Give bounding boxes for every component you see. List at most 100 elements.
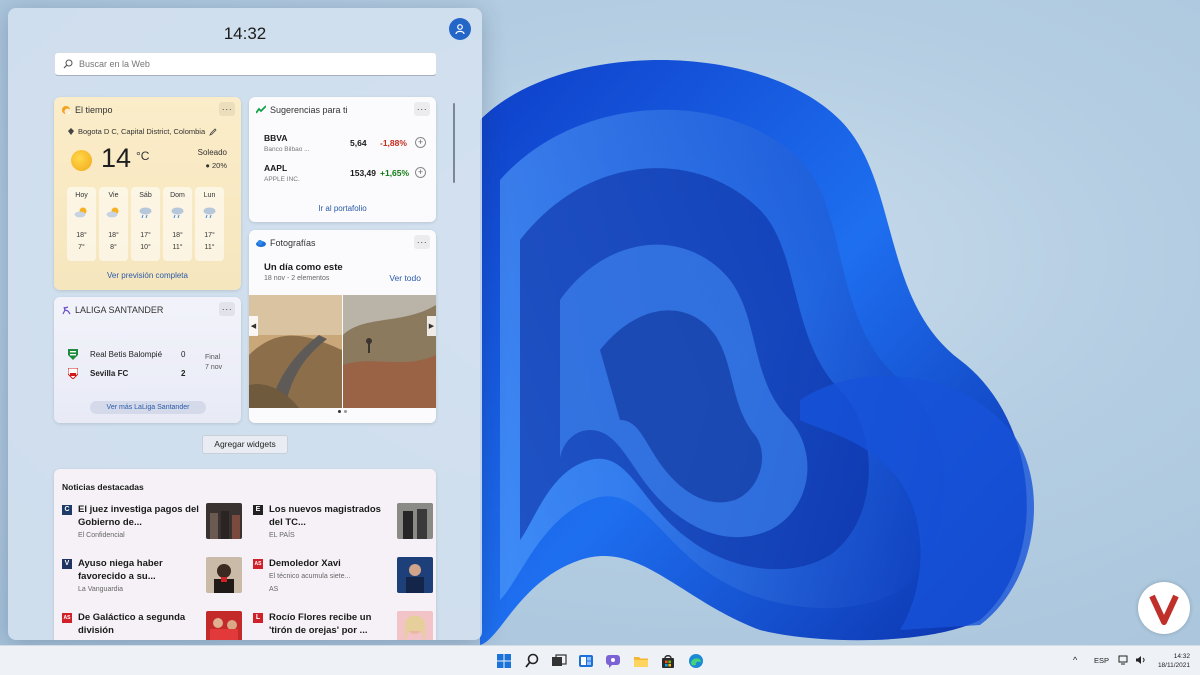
panel-scrollbar[interactable]	[453, 103, 455, 183]
news-thumbnail	[206, 611, 242, 640]
chevron-left-icon: ◀	[250, 323, 257, 330]
add-stock-icon[interactable]: +	[415, 167, 426, 178]
add-widgets-button[interactable]: Agregar widgets	[202, 435, 288, 454]
stock-row[interactable]: BBVA Banco Bilbao ... 5,64 -1,88% +	[264, 133, 429, 159]
search-placeholder: Buscar en la Web	[79, 59, 150, 69]
web-search-box[interactable]: Buscar en la Web	[54, 52, 437, 76]
weather-location[interactable]: Bogota D C, Capital District, Colombia	[68, 127, 217, 136]
widgets-icon[interactable]	[578, 653, 594, 669]
language-indicator[interactable]: ESP	[1094, 656, 1109, 665]
network-icon[interactable]	[1118, 655, 1130, 665]
pager-dot[interactable]	[338, 410, 341, 413]
stocks-widget[interactable]: Sugerencias para ti ··· BBVA Banco Bilba…	[249, 97, 436, 222]
news-thumbnail	[397, 503, 433, 539]
forecast-day[interactable]: Hoy 18° 7°	[67, 187, 96, 261]
forecast-low: 7°	[78, 244, 85, 251]
tray-clock[interactable]: 14:32 18/11/2021	[1150, 652, 1190, 670]
next-photo-button[interactable]: ▶	[427, 316, 436, 336]
team-row[interactable]: Sevilla FC 2	[68, 366, 198, 380]
news-snippet: El técnico acumula siete...	[269, 573, 351, 580]
news-item[interactable]: E Los nuevos magistrados del TC... EL PA…	[253, 503, 433, 549]
forecast-day[interactable]: Vie 18° 8°	[99, 187, 128, 261]
forecast-low: 11°	[172, 244, 183, 251]
news-headline: Rocío Flores recibe un 'tirón de orejas'…	[269, 612, 372, 636]
forecast-day-name: Lun	[203, 192, 216, 199]
match-status: Final 7 nov	[205, 353, 222, 373]
photo-thumbnail[interactable]	[343, 295, 436, 408]
previous-photo-button[interactable]: ◀	[249, 316, 258, 336]
photos-widget[interactable]: Fotografías ··· Un día como este 18 nov …	[249, 230, 436, 423]
tray-date: 18/11/2021	[1157, 662, 1190, 669]
see-all-photos-link[interactable]: Ver todo	[389, 273, 421, 283]
news-source-icon: AS	[253, 559, 263, 569]
stock-symbol: BBVA	[264, 133, 288, 143]
team-score: 0	[181, 349, 186, 359]
team-row[interactable]: Real Betis Balompié 0	[68, 347, 198, 361]
forecast-low: 10°	[140, 244, 151, 251]
panel-clock: 14:32	[223, 24, 267, 43]
forecast-day[interactable]: Sáb 17° 10°	[131, 187, 160, 261]
full-forecast-link[interactable]: Ver previsión completa	[54, 271, 241, 280]
laliga-title: LALIGA SANTANDER	[75, 305, 164, 315]
edit-pencil-icon	[209, 127, 217, 136]
stock-change: -1,88%	[380, 138, 407, 148]
more-laliga-button[interactable]: Ver más LaLiga Santander	[90, 401, 206, 414]
watermark-logo	[1138, 582, 1190, 634]
photos-more-button[interactable]: ···	[414, 235, 430, 249]
volume-icon[interactable]	[1135, 655, 1147, 665]
news-source-icon: C	[62, 505, 72, 515]
photo-thumbnail[interactable]	[249, 295, 342, 408]
match-status-label: Final	[205, 354, 221, 361]
news-item[interactable]: AS Demoledor Xavi El técnico acumula sie…	[253, 557, 433, 603]
chevron-right-icon: ▶	[428, 323, 435, 330]
news-item[interactable]: V Ayuso niega haber favorecido a su... L…	[62, 557, 242, 603]
stocks-title: Sugerencias para ti	[270, 105, 348, 115]
edge-browser-icon[interactable]	[688, 653, 704, 669]
news-source: La Vanguardia	[78, 586, 124, 593]
weather-condition: Soleado	[197, 148, 227, 157]
news-headline: Los nuevos magistrados del TC...	[269, 504, 381, 528]
news-thumbnail	[206, 503, 242, 539]
search-icon[interactable]	[524, 653, 540, 669]
forecast-day[interactable]: Lun 17° 11°	[195, 187, 224, 261]
microsoft-store-icon[interactable]	[660, 653, 676, 669]
task-view-icon[interactable]	[551, 653, 567, 669]
rain-chance: ● 20%	[205, 161, 227, 170]
rain-icon	[171, 207, 184, 218]
windows-start-icon[interactable]	[496, 653, 512, 669]
match-date: 7 nov	[205, 364, 223, 371]
add-stock-icon[interactable]: +	[415, 137, 426, 148]
forecast-low: 8°	[110, 244, 117, 251]
stock-row[interactable]: AAPL APPLE INC. 153,49 +1,65% +	[264, 163, 429, 189]
teams-chat-icon[interactable]	[605, 653, 621, 669]
news-source: AS	[269, 586, 279, 593]
temperature-unit: °C	[136, 149, 150, 163]
rain-icon	[139, 207, 152, 218]
laliga-more-button[interactable]: ···	[219, 302, 235, 316]
stocks-trend-icon	[256, 105, 266, 114]
news-headline: De Galáctico a segunda división	[78, 612, 186, 636]
news-thumbnail	[397, 611, 433, 640]
photo-pager	[249, 410, 436, 413]
pager-dot[interactable]	[344, 410, 347, 413]
weather-widget[interactable]: El tiempo ··· Bogota D C, Capital Distri…	[54, 97, 241, 290]
news-item[interactable]: C El juez investiga pagos del Gobierno d…	[62, 503, 242, 549]
more-icon: ···	[221, 304, 233, 314]
portfolio-link[interactable]: Ir al portafolio	[249, 204, 436, 213]
file-explorer-icon[interactable]	[633, 653, 649, 669]
profile-button[interactable]	[449, 18, 471, 40]
more-icon: ···	[221, 104, 233, 114]
more-icon: ···	[416, 104, 428, 114]
stocks-more-button[interactable]: ···	[414, 102, 430, 116]
team-score: 2	[181, 368, 186, 378]
weather-more-button[interactable]: ···	[219, 102, 235, 116]
news-item[interactable]: L Rocío Flores recibe un 'tirón de oreja…	[253, 611, 433, 640]
rain-chance-value: 20%	[211, 161, 227, 170]
chevron-up-icon[interactable]: ^	[1073, 655, 1077, 665]
laliga-widget[interactable]: LALIGA SANTANDER ··· Real Betis Balompié…	[54, 297, 241, 423]
sevilla-crest-icon	[68, 367, 78, 379]
news-item[interactable]: AS De Galáctico a segunda división	[62, 611, 242, 640]
stock-name: Banco Bilbao ...	[264, 146, 310, 153]
forecast-day-name: Vie	[108, 192, 119, 199]
forecast-day[interactable]: Dom 18° 11°	[163, 187, 192, 261]
